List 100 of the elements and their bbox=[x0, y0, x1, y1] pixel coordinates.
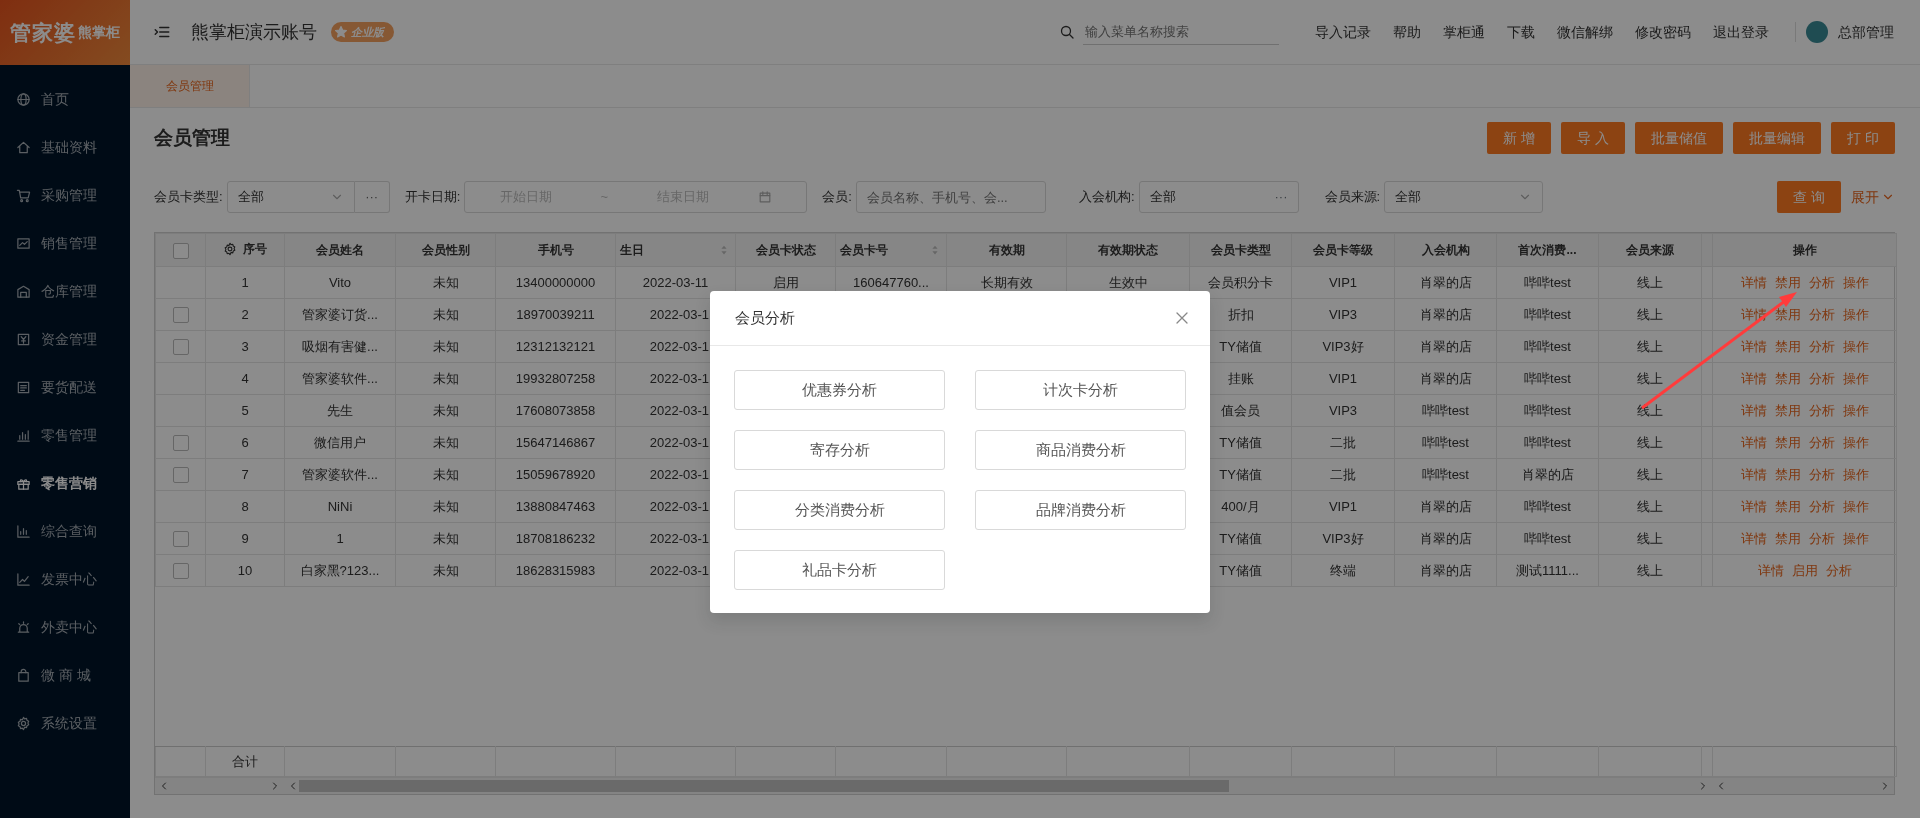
action-link[interactable]: 详情 bbox=[1740, 400, 1767, 421]
scrollbar-thumb[interactable] bbox=[299, 780, 1229, 792]
header-link[interactable]: 微信解绑 bbox=[1557, 21, 1613, 43]
action-link[interactable]: 详情 bbox=[1740, 496, 1767, 517]
header-link[interactable]: 掌柜通 bbox=[1443, 21, 1485, 43]
header-link[interactable]: 退出登录 bbox=[1713, 21, 1769, 43]
action-link[interactable]: 分析 bbox=[1808, 464, 1835, 485]
row-checkbox[interactable] bbox=[172, 467, 189, 484]
sidebar-item[interactable]: 仓库管理 bbox=[0, 267, 130, 315]
action-link[interactable]: 分析 bbox=[1808, 432, 1835, 453]
action-link[interactable]: 操作 bbox=[1842, 368, 1869, 389]
analysis-button[interactable]: 分类消费分析 bbox=[734, 490, 945, 530]
action-button[interactable]: 导 入 bbox=[1561, 122, 1626, 154]
column-header: 有效期 bbox=[988, 242, 1025, 259]
action-link[interactable]: 操作 bbox=[1842, 432, 1869, 453]
analysis-button[interactable]: 礼品卡分析 bbox=[734, 550, 945, 590]
close-button[interactable] bbox=[1174, 310, 1190, 326]
action-button[interactable]: 新 增 bbox=[1487, 122, 1552, 154]
user-name[interactable]: 总部管理 bbox=[1838, 21, 1894, 43]
search-button[interactable]: 查 询 bbox=[1777, 181, 1841, 213]
action-link[interactable]: 禁用 bbox=[1774, 432, 1801, 453]
action-link[interactable]: 禁用 bbox=[1774, 464, 1801, 485]
sidebar-item[interactable]: 资金管理 bbox=[0, 315, 130, 363]
action-link[interactable]: 详情 bbox=[1740, 528, 1767, 549]
sidebar-item[interactable]: 采购管理 bbox=[0, 171, 130, 219]
action-link[interactable]: 详情 bbox=[1740, 464, 1767, 485]
action-link[interactable]: 禁用 bbox=[1774, 304, 1801, 325]
scrollbar[interactable] bbox=[155, 778, 284, 794]
action-link[interactable]: 操作 bbox=[1842, 400, 1869, 421]
member-search-field[interactable]: 会员名称、手机号、会... bbox=[855, 181, 1046, 213]
action-link[interactable]: 分析 bbox=[1808, 496, 1835, 517]
column-header[interactable]: 生日 bbox=[620, 241, 644, 259]
tab[interactable]: 会员管理 bbox=[130, 65, 250, 107]
more-button[interactable]: ··· bbox=[354, 181, 390, 213]
sidebar-item[interactable]: 外卖中心 bbox=[0, 603, 130, 651]
sidebar-item[interactable]: 系统设置 bbox=[0, 699, 130, 747]
expand-link[interactable]: 展开 bbox=[1851, 186, 1895, 208]
search-icon[interactable] bbox=[1059, 24, 1075, 40]
action-link[interactable]: 分析 bbox=[1808, 400, 1835, 421]
sidebar-item[interactable]: 综合查询 bbox=[0, 507, 130, 555]
action-link[interactable]: 禁用 bbox=[1774, 368, 1801, 389]
action-link[interactable]: 启用 bbox=[1791, 560, 1818, 581]
settings-icon[interactable] bbox=[223, 241, 237, 256]
analysis-button[interactable]: 优惠券分析 bbox=[734, 370, 945, 410]
action-link[interactable]: 详情 bbox=[1757, 560, 1784, 581]
action-link[interactable]: 分析 bbox=[1808, 304, 1835, 325]
action-link[interactable]: 详情 bbox=[1740, 272, 1767, 293]
action-link[interactable]: 操作 bbox=[1842, 528, 1869, 549]
sidebar-item[interactable]: 基础资料 bbox=[0, 123, 130, 171]
action-link[interactable]: 分析 bbox=[1808, 528, 1835, 549]
sidebar-item[interactable]: 零售营销 bbox=[0, 459, 130, 507]
row-checkbox[interactable] bbox=[172, 435, 189, 452]
header-link[interactable]: 导入记录 bbox=[1315, 21, 1371, 43]
action-link[interactable]: 分析 bbox=[1808, 368, 1835, 389]
avatar[interactable] bbox=[1806, 21, 1828, 43]
action-link[interactable]: 详情 bbox=[1740, 336, 1767, 357]
action-link[interactable]: 操作 bbox=[1842, 464, 1869, 485]
sidebar-item[interactable]: 要货配送 bbox=[0, 363, 130, 411]
action-link[interactable]: 禁用 bbox=[1774, 272, 1801, 293]
action-link[interactable]: 详情 bbox=[1740, 368, 1767, 389]
sidebar-item[interactable]: 微 商 城 bbox=[0, 651, 130, 699]
picker-field[interactable]: 全部 ··· bbox=[1138, 181, 1299, 213]
action-link[interactable]: 禁用 bbox=[1774, 400, 1801, 421]
analysis-button[interactable]: 寄存分析 bbox=[734, 430, 945, 470]
table-cell: 管家婆订货... bbox=[302, 306, 378, 322]
action-link[interactable]: 禁用 bbox=[1774, 528, 1801, 549]
action-button[interactable]: 打 印 bbox=[1831, 122, 1895, 154]
action-link[interactable]: 详情 bbox=[1740, 432, 1767, 453]
header-link[interactable]: 下载 bbox=[1507, 21, 1535, 43]
range-separator: ~ bbox=[600, 188, 609, 207]
action-link[interactable]: 分析 bbox=[1808, 336, 1835, 357]
header-link[interactable]: 修改密码 bbox=[1635, 21, 1691, 43]
scrollbar[interactable] bbox=[1712, 778, 1894, 794]
action-button[interactable]: 批量编辑 bbox=[1733, 122, 1822, 154]
analysis-button[interactable]: 品牌消费分析 bbox=[975, 490, 1186, 530]
action-link[interactable]: 分析 bbox=[1808, 272, 1835, 293]
table-cell: 未知 bbox=[432, 530, 459, 546]
sidebar-item[interactable]: 发票中心 bbox=[0, 555, 130, 603]
action-button[interactable]: 批量储值 bbox=[1635, 122, 1724, 154]
sidebar-item[interactable]: 首页 bbox=[0, 75, 130, 123]
select-field[interactable]: 全部 bbox=[226, 181, 355, 213]
row-checkbox[interactable] bbox=[172, 307, 189, 324]
sidebar-item[interactable]: 零售管理 bbox=[0, 411, 130, 459]
analysis-button[interactable]: 计次卡分析 bbox=[975, 370, 1186, 410]
select-field[interactable]: 全部 bbox=[1384, 181, 1544, 213]
analysis-button[interactable]: 商品消费分析 bbox=[975, 430, 1186, 470]
action-link[interactable]: 分析 bbox=[1825, 560, 1852, 581]
action-link[interactable]: 禁用 bbox=[1774, 336, 1801, 357]
row-checkbox[interactable] bbox=[172, 339, 189, 356]
table-cell: 折扣 bbox=[1227, 306, 1254, 322]
header-link[interactable]: 帮助 bbox=[1393, 21, 1421, 43]
action-link[interactable]: 禁用 bbox=[1774, 496, 1801, 517]
row-checkbox[interactable] bbox=[172, 563, 189, 580]
action-link[interactable]: 操作 bbox=[1842, 496, 1869, 517]
action-link[interactable]: 操作 bbox=[1842, 336, 1869, 357]
action-link[interactable]: 操作 bbox=[1842, 272, 1869, 293]
action-link[interactable]: 操作 bbox=[1842, 304, 1869, 325]
row-checkbox[interactable] bbox=[172, 531, 189, 548]
select-all-checkbox[interactable] bbox=[172, 242, 189, 259]
sidebar-item[interactable]: 销售管理 bbox=[0, 219, 130, 267]
